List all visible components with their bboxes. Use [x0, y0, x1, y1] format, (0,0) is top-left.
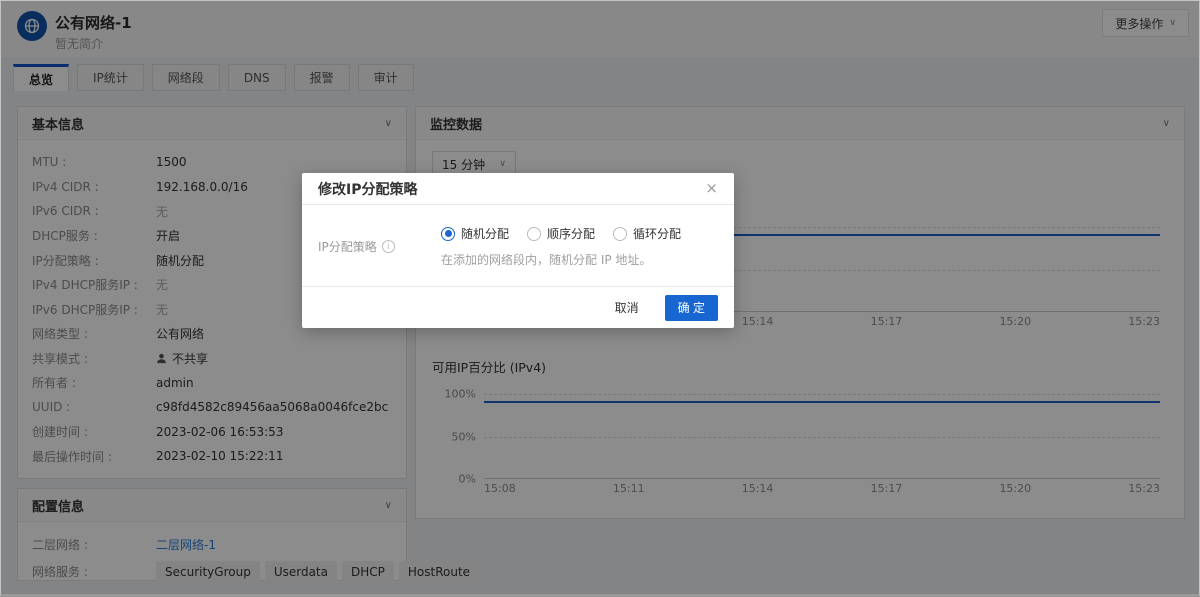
radio-label: 顺序分配 [547, 227, 596, 241]
info-icon: i [381, 240, 395, 253]
radio-unselected-icon [613, 226, 628, 241]
dialog-title: 修改IP分配策略 [318, 181, 418, 198]
radio-random-allocation[interactable]: 随机分配 [441, 225, 509, 242]
radio-sequential-allocation[interactable]: 顺序分配 [527, 225, 595, 242]
cancel-button[interactable]: 取消 [609, 294, 645, 321]
field-label-text: IP分配策略 [318, 240, 377, 254]
radio-group: 随机分配 顺序分配 循环分配 在添加的网络段内，随机分配 IP 地址。 [441, 225, 681, 268]
radio-label: 循环分配 [633, 227, 682, 241]
dialog-footer: 取消 确 定 [302, 286, 734, 328]
confirm-button[interactable]: 确 定 [664, 294, 718, 321]
modify-ip-policy-dialog: 修改IP分配策略 × IP分配策略 i 随机分配 顺序分配 循环分配 在添加的网… [302, 173, 734, 328]
field-label: IP分配策略 i [318, 225, 441, 268]
radio-round-robin-allocation[interactable]: 循环分配 [613, 225, 681, 242]
close-icon[interactable]: × [705, 181, 718, 196]
app-window: 公有网络-1 暂无简介 更多操作 ∨ 总览 IP统计 网络段 DNS 报警 审计… [0, 0, 1200, 597]
dialog-body: IP分配策略 i 随机分配 顺序分配 循环分配 在添加的网络段内，随机分配 IP… [302, 205, 734, 268]
radio-selected-icon [441, 226, 455, 241]
radio-unselected-icon [527, 226, 542, 241]
dialog-header: 修改IP分配策略 × [302, 173, 734, 205]
helper-text: 在添加的网络段内，随机分配 IP 地址。 [441, 253, 652, 267]
radio-label: 随机分配 [461, 227, 510, 241]
